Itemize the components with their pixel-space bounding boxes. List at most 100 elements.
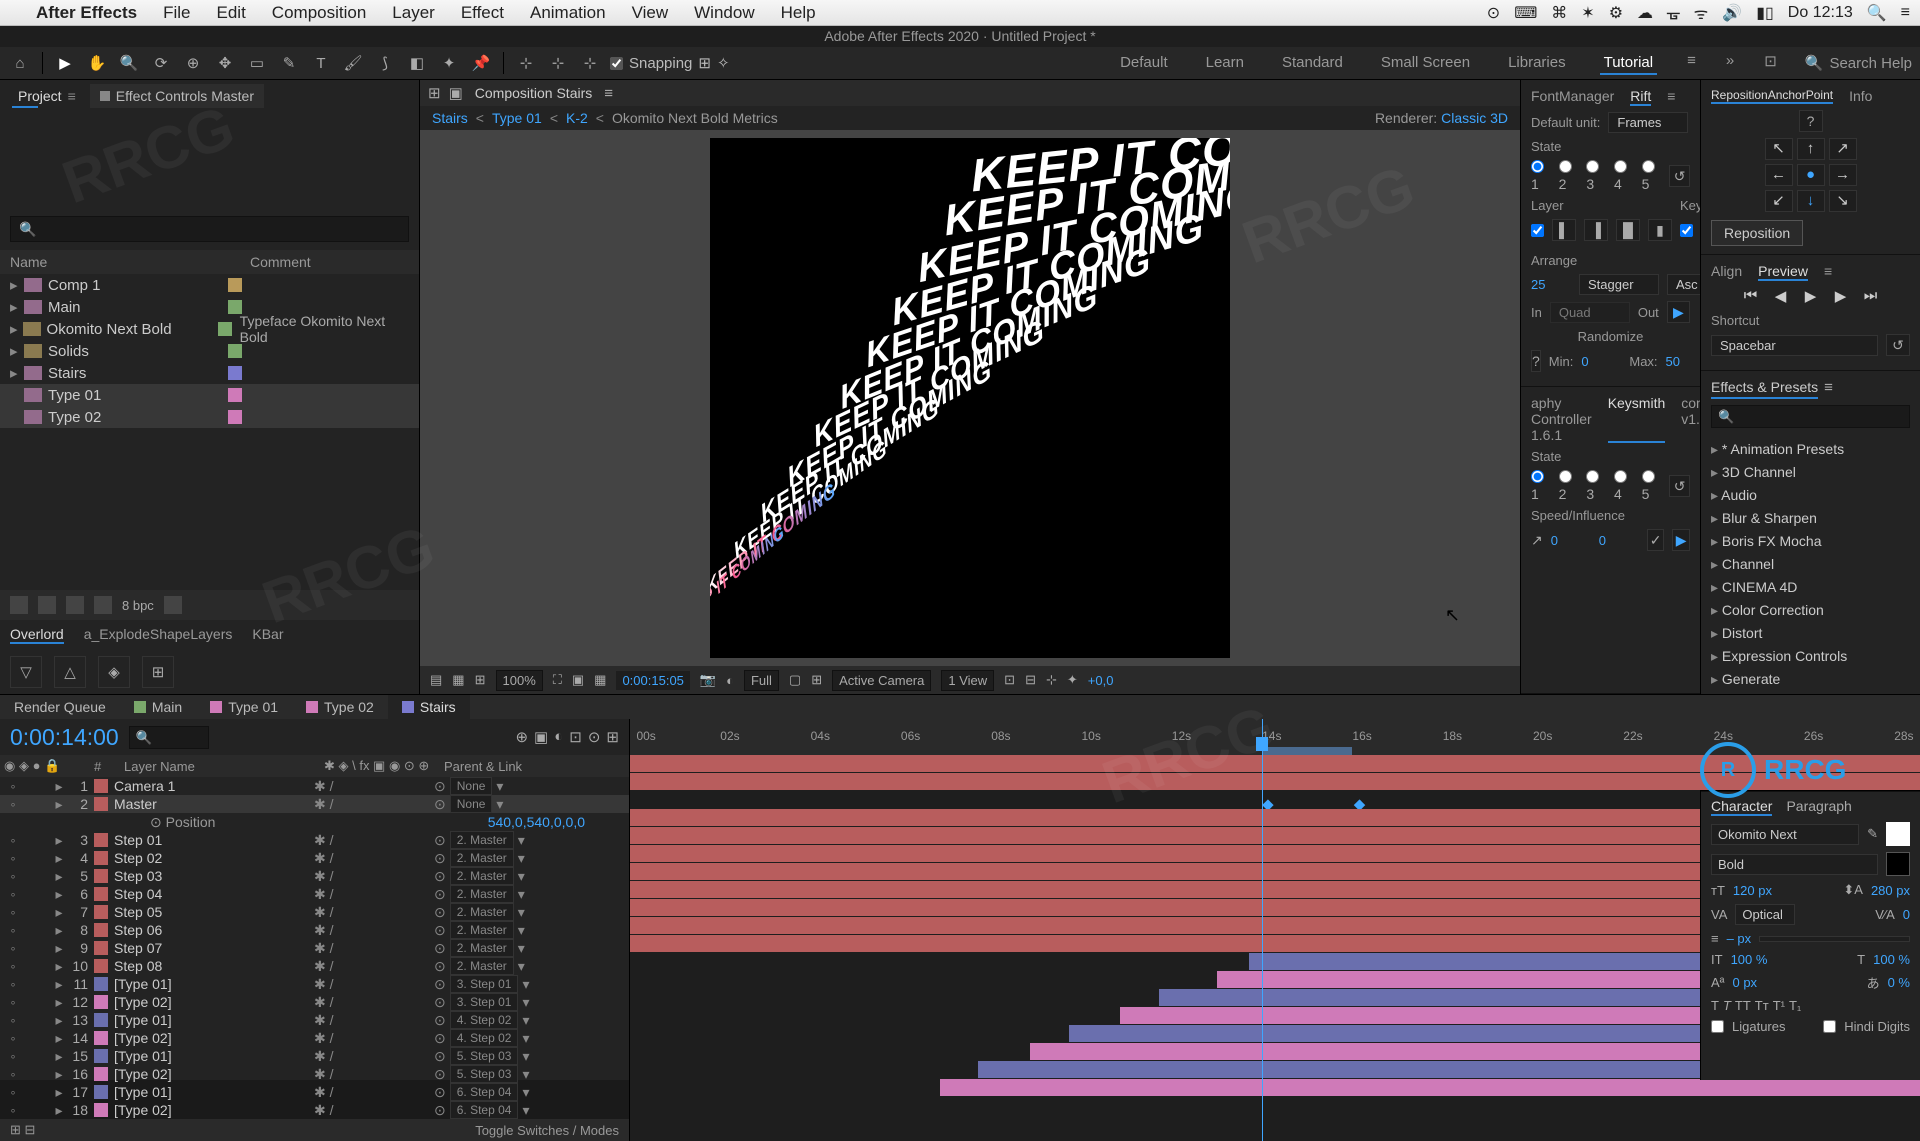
timeline-layer-row[interactable]: ◦▸10Step 08✱ /⊙ 2. Master ▾ [0, 957, 629, 975]
effects-tab[interactable]: Effects & Presets [1711, 377, 1818, 399]
hand-tool-icon[interactable]: ✋ [85, 51, 109, 75]
shortcut-reset-icon[interactable]: ↺ [1886, 334, 1910, 356]
defunit-dropdown[interactable]: Frames [1608, 112, 1688, 133]
font-weight-dropdown[interactable]: Bold [1711, 854, 1878, 875]
prev-frame-icon[interactable]: ◀ [1771, 287, 1791, 307]
tab-keysmith[interactable]: Keysmith [1608, 395, 1666, 443]
workspace-learn[interactable]: Learn [1202, 52, 1248, 75]
stroke-style-dropdown[interactable] [1759, 936, 1910, 942]
timeline-layer-row[interactable]: ◦▸1Camera 1✱ /⊙ None ▾ [0, 777, 629, 795]
tl-opt-icon[interactable]: ▣ [534, 728, 548, 746]
timeline-layer-row[interactable]: ◦▸9Step 07✱ /⊙ 2. Master ▾ [0, 939, 629, 957]
rotate-tool-icon[interactable]: ⊕ [181, 51, 205, 75]
vscale[interactable]: 100 % [1731, 952, 1768, 967]
wifi-icon[interactable]: ᯤ [1694, 2, 1709, 24]
timeline-layer-row[interactable]: ◦▸2Master✱ /⊙ None ▾ [0, 795, 629, 813]
timeline-layer-row[interactable]: ◦▸15[Type 01]✱ /⊙ 5. Step 03 ▾ [0, 1047, 629, 1065]
timeline-layer-row[interactable]: ◦▸17[Type 01]✱ /⊙ 6. Step 04 ▾ [0, 1083, 629, 1101]
volume-icon[interactable]: 🔊 [1722, 3, 1742, 23]
grid-toggle-icon[interactable]: ⊞ [811, 672, 822, 688]
trash-icon[interactable] [164, 596, 182, 614]
ks-state-5[interactable]: 5 [1642, 470, 1660, 502]
view-opt-icon[interactable]: ⊹ [1046, 672, 1057, 688]
orbit-tool-icon[interactable]: ⟳ [149, 51, 173, 75]
workspace-smallscreen[interactable]: Small Screen [1377, 52, 1474, 75]
timeline-tab[interactable]: Type 01 [196, 695, 292, 719]
menu-file[interactable]: File [163, 3, 190, 23]
effects-list[interactable]: * Animation Presets3D ChannelAudioBlur &… [1701, 434, 1920, 694]
timeline-tab[interactable]: Type 02 [292, 695, 388, 719]
speed-v2[interactable] [1599, 533, 1639, 548]
state-4[interactable]: 4 [1614, 160, 1632, 192]
view-opt-icon[interactable]: ⊡ [1004, 672, 1015, 688]
effect-category[interactable]: Generate [1711, 668, 1910, 691]
overlord-opt2-icon[interactable]: ⊞ [142, 656, 174, 688]
tl-opt-icon[interactable]: ⊙ [588, 728, 601, 746]
effect-category[interactable]: Audio [1711, 484, 1910, 507]
tab-menu-icon[interactable]: ≡ [604, 85, 613, 102]
view-opt-icon[interactable]: ⊟ [1025, 672, 1036, 688]
timeline-layer-row[interactable]: ◦▸4Step 02✱ /⊙ 2. Master ▾ [0, 849, 629, 867]
project-item[interactable]: ▸Stairs [0, 362, 419, 384]
menu-edit[interactable]: Edit [217, 3, 246, 23]
align-l-icon[interactable]: ▌ [1552, 219, 1576, 241]
playhead[interactable] [1262, 719, 1263, 1141]
next-frame-icon[interactable]: ▶ [1831, 287, 1851, 307]
rect-tool-icon[interactable]: ▭ [245, 51, 269, 75]
repo-help-icon[interactable]: ? [1799, 110, 1823, 132]
tab-fontmanager[interactable]: FontManager [1531, 88, 1614, 106]
project-item[interactable]: Type 02 [0, 406, 419, 428]
col-name[interactable]: Name [10, 254, 210, 270]
ks-state-1[interactable]: 1 [1531, 470, 1549, 502]
tab-character[interactable]: Character [1711, 798, 1772, 816]
pen-tool-icon[interactable]: ✎ [277, 51, 301, 75]
stroke-swatch[interactable] [1886, 852, 1910, 876]
tl-expand-icon[interactable]: ⊞ ⊟ [10, 1122, 35, 1138]
ks-play-icon[interactable]: ▶ [1672, 529, 1690, 551]
layer-check[interactable] [1531, 224, 1544, 237]
tab-explode[interactable]: a_ExplodeShapeLayers [84, 626, 233, 644]
stagger-value[interactable] [1531, 277, 1571, 292]
superscript-icon[interactable]: T¹ [1773, 998, 1785, 1013]
transparent-icon[interactable]: ▦ [594, 672, 606, 688]
tab-paragraph[interactable]: Paragraph [1786, 798, 1851, 816]
menu-icon[interactable]: ≡ [1901, 4, 1910, 22]
status-icon[interactable]: ⌘ [1551, 3, 1567, 23]
local-axis-icon[interactable]: ⊹ [514, 51, 538, 75]
project-item[interactable]: ▸Okomito Next BoldTypeface Okomito Next … [0, 318, 419, 340]
effect-category[interactable]: * Animation Presets [1711, 438, 1910, 461]
snap-opt-icon[interactable]: ⊞ [698, 54, 711, 72]
align-r-icon[interactable]: █ [1616, 219, 1640, 241]
status-icon[interactable]: ⌨ [1514, 3, 1537, 23]
tl-opt-icon[interactable]: ◐ [554, 728, 563, 746]
workspace-standard[interactable]: Standard [1278, 52, 1347, 75]
effect-category[interactable]: Expression Controls [1711, 645, 1910, 668]
crumb-stairs[interactable]: Stairs [432, 110, 468, 126]
first-frame-icon[interactable]: ⏮ [1741, 287, 1761, 307]
view-opt-icon[interactable]: ✦ [1067, 672, 1078, 688]
anchor-bl[interactable]: ↙ [1765, 190, 1793, 212]
menu-animation[interactable]: Animation [530, 3, 606, 23]
renderer-value[interactable]: Classic 3D [1441, 110, 1508, 126]
effect-category[interactable]: Distort [1711, 622, 1910, 645]
timeline-layer-row[interactable]: ◦▸5Step 03✱ /⊙ 2. Master ▾ [0, 867, 629, 885]
res-icon[interactable]: ▣ [572, 672, 584, 688]
timeline-rows[interactable]: ◦▸1Camera 1✱ /⊙ None ▾◦▸2Master✱ /⊙ None… [0, 777, 629, 1119]
effects-search-input[interactable] [1711, 405, 1910, 428]
crumb-type01[interactable]: Type 01 [492, 110, 542, 126]
speed-v1[interactable] [1551, 533, 1591, 548]
anchor-r[interactable]: → [1829, 164, 1857, 186]
workspace-menu-icon[interactable]: ≡ [1687, 52, 1696, 75]
ks-check-icon[interactable]: ✓ [1647, 529, 1665, 551]
effect-category[interactable]: Blur & Sharpen [1711, 507, 1910, 530]
zoom-dropdown[interactable]: 100% [496, 670, 543, 691]
reposition-button[interactable]: Reposition [1711, 220, 1803, 246]
bold-icon[interactable]: T [1711, 998, 1719, 1013]
play-icon[interactable]: ▶ [1801, 287, 1821, 307]
time-display[interactable]: 0:00:15:05 [616, 671, 689, 690]
fill-swatch[interactable] [1886, 822, 1910, 846]
tab-typography[interactable]: aphy Controller 1.6.1 [1531, 395, 1592, 443]
interpret-icon[interactable] [10, 596, 28, 614]
workspace-more-icon[interactable]: » [1726, 52, 1734, 75]
effect-category[interactable]: CINEMA 4D [1711, 576, 1910, 599]
